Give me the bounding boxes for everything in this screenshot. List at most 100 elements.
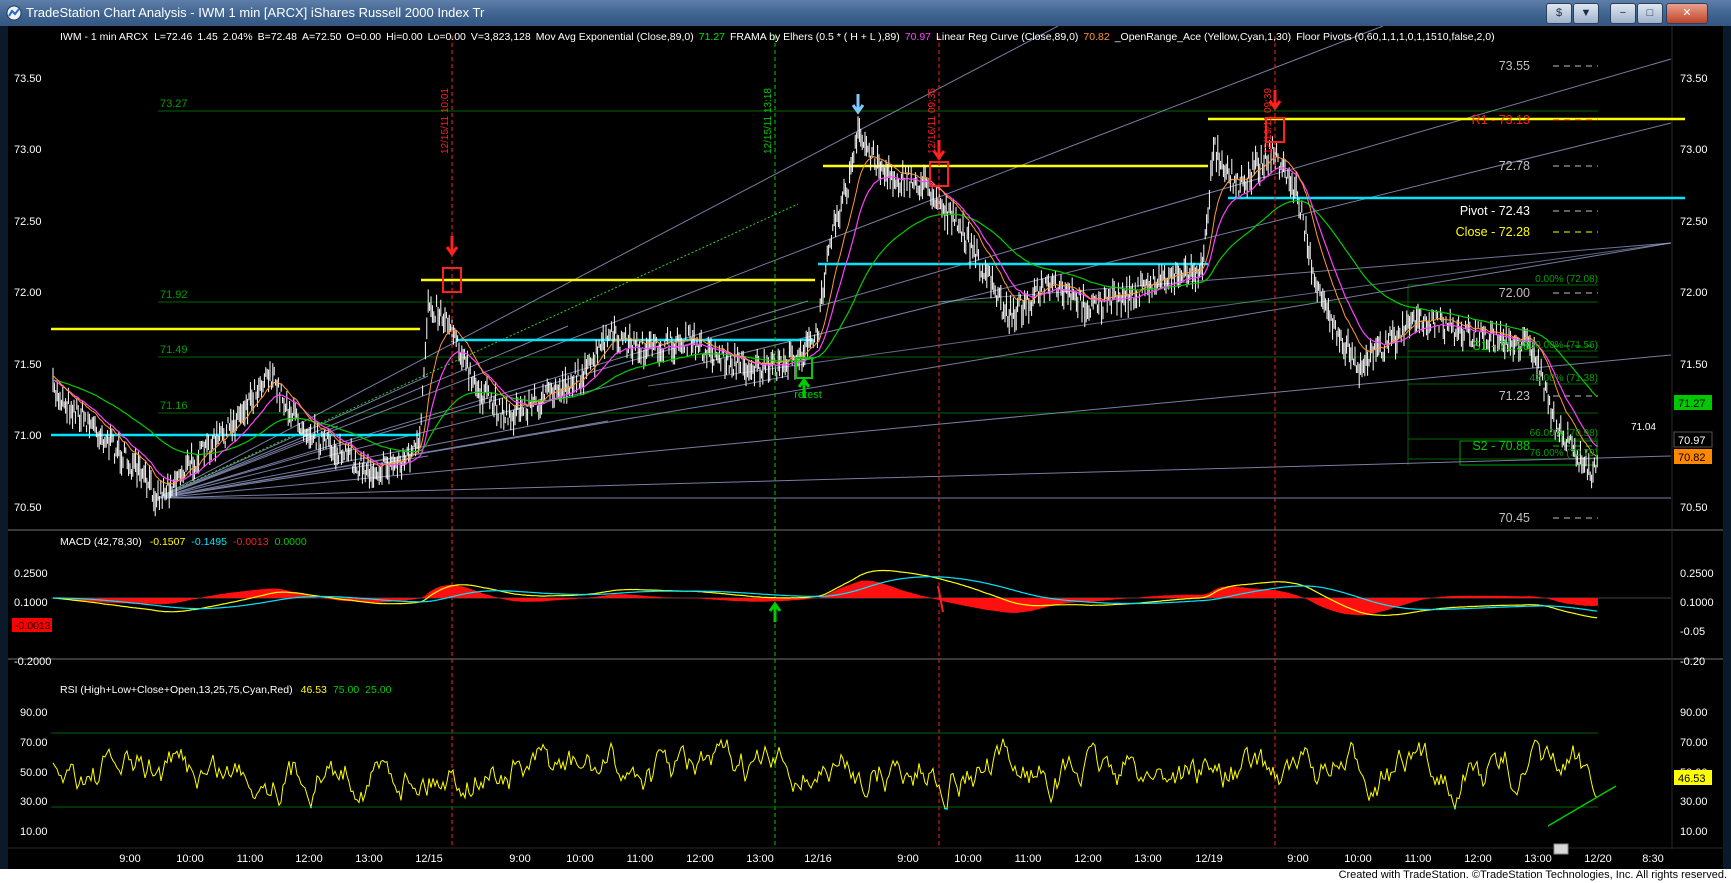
svg-text:30.00: 30.00 bbox=[1680, 796, 1708, 808]
close-button[interactable]: ✕ bbox=[1666, 3, 1708, 24]
scroll-thumb[interactable] bbox=[1553, 843, 1569, 855]
svg-text:72.50: 72.50 bbox=[14, 216, 42, 228]
svg-text:10:00: 10:00 bbox=[566, 853, 594, 865]
svg-text:0.2500: 0.2500 bbox=[14, 568, 48, 580]
window-title: TradeStation Chart Analysis - IWM 1 min … bbox=[26, 5, 485, 20]
minimize-button[interactable]: − bbox=[1610, 3, 1636, 24]
svg-text:71.92: 71.92 bbox=[160, 289, 188, 301]
svg-text:73.50: 73.50 bbox=[1680, 73, 1708, 85]
svg-text:0.1000: 0.1000 bbox=[14, 597, 48, 609]
svg-text:66.00% (70.98): 66.00% (70.98) bbox=[1530, 428, 1598, 439]
svg-text:12:00: 12:00 bbox=[1074, 853, 1102, 865]
svg-text:9:00: 9:00 bbox=[1287, 853, 1308, 865]
svg-text:71.00: 71.00 bbox=[14, 430, 42, 442]
svg-text:90.00: 90.00 bbox=[1680, 707, 1708, 719]
small-price-label: 71.04 bbox=[1631, 422, 1656, 433]
svg-text:9:00: 9:00 bbox=[119, 853, 140, 865]
svg-text:10.00: 10.00 bbox=[1680, 826, 1708, 838]
copyright-text: Created with TradeStation. ©TradeStation… bbox=[1338, 869, 1727, 881]
svg-text:12:00: 12:00 bbox=[1464, 853, 1492, 865]
svg-text:9:00: 9:00 bbox=[897, 853, 918, 865]
svg-text:13:00: 13:00 bbox=[1134, 853, 1162, 865]
svg-text:12/15: 12/15 bbox=[415, 853, 443, 865]
svg-text:13:00: 13:00 bbox=[746, 853, 774, 865]
svg-text:73.27: 73.27 bbox=[160, 98, 188, 110]
close-icon: ✕ bbox=[1682, 7, 1692, 19]
vline-label: 12/15/11 10:01 bbox=[440, 88, 451, 154]
svg-text:73.00: 73.00 bbox=[14, 144, 42, 156]
svg-text:12/20: 12/20 bbox=[1584, 853, 1612, 865]
svg-text:70.00: 70.00 bbox=[1680, 737, 1708, 749]
svg-text:13:00: 13:00 bbox=[355, 853, 383, 865]
svg-text:72.00: 72.00 bbox=[1499, 286, 1530, 300]
retest-label: retest bbox=[794, 389, 822, 401]
svg-text:70.82: 70.82 bbox=[1678, 452, 1706, 464]
svg-text:30.00: 30.00 bbox=[20, 796, 48, 808]
svg-text:12:00: 12:00 bbox=[686, 853, 714, 865]
vline-label: 12/19/11 09:39 bbox=[1263, 88, 1274, 154]
svg-text:50.00: 50.00 bbox=[20, 767, 48, 779]
svg-text:-0.20: -0.20 bbox=[1680, 656, 1705, 668]
svg-text:70.97: 70.97 bbox=[1678, 435, 1706, 447]
svg-text:Close - 72.28: Close - 72.28 bbox=[1456, 225, 1530, 239]
svg-text:S2 - 70.88: S2 - 70.88 bbox=[1472, 439, 1530, 453]
svg-text:70.50: 70.50 bbox=[1680, 502, 1708, 514]
chart-window: TradeStation Chart Analysis - IWM 1 min … bbox=[0, 0, 1731, 883]
svg-text:8:30: 8:30 bbox=[1642, 853, 1663, 865]
restore-dollar-button[interactable]: $ bbox=[1546, 3, 1572, 24]
svg-text:-0.05: -0.05 bbox=[1680, 626, 1705, 638]
maximize-button[interactable]: □ bbox=[1637, 3, 1663, 24]
svg-text:13:00: 13:00 bbox=[1524, 853, 1552, 865]
svg-text:10.00: 10.00 bbox=[20, 826, 48, 838]
svg-text:S1 - 71.58: S1 - 71.58 bbox=[1472, 339, 1530, 353]
rsi-oversold-point bbox=[946, 807, 948, 810]
dropdown-button[interactable]: ▼ bbox=[1573, 3, 1599, 24]
rsi-oversold-point bbox=[1454, 807, 1456, 810]
svg-text:10:00: 10:00 bbox=[954, 853, 982, 865]
svg-text:10:00: 10:00 bbox=[1344, 853, 1372, 865]
svg-text:R1 - 73.13: R1 - 73.13 bbox=[1472, 113, 1530, 127]
svg-text:0.2500: 0.2500 bbox=[1680, 568, 1714, 580]
svg-text:71.16: 71.16 bbox=[160, 400, 188, 412]
svg-text:9:00: 9:00 bbox=[509, 853, 530, 865]
rsi-last-box-label: 46.53 bbox=[1678, 773, 1706, 785]
svg-text:72.00: 72.00 bbox=[1680, 287, 1708, 299]
svg-text:71.23: 71.23 bbox=[1499, 389, 1530, 403]
tradestation-logo-icon bbox=[6, 5, 22, 21]
status-bar: Created with TradeStation. ©TradeStation… bbox=[0, 869, 1731, 883]
chart-canvas[interactable]: 12/15/11 10:01 12/15/11 13:18 12/16/11 0… bbox=[8, 26, 1723, 869]
svg-text:12/19: 12/19 bbox=[1195, 853, 1223, 865]
svg-text:0.00% (72.08): 0.00% (72.08) bbox=[1535, 274, 1598, 285]
price-indicator-legend: IWM - 1 min ARCX L=72.46 1.45 2.04% B=72.48 A… bbox=[60, 31, 1495, 43]
svg-text:71.27: 71.27 bbox=[1678, 398, 1706, 410]
vline-label: 12/16/11 09:35 bbox=[927, 88, 938, 154]
svg-text:73.50: 73.50 bbox=[14, 73, 42, 85]
chart-area[interactable]: 12/15/11 10:01 12/15/11 13:18 12/16/11 0… bbox=[8, 26, 1723, 869]
title-bar[interactable]: TradeStation Chart Analysis - IWM 1 min … bbox=[0, 0, 1731, 26]
minimize-icon: − bbox=[1619, 7, 1627, 19]
svg-text:Pivot - 72.43: Pivot - 72.43 bbox=[1460, 204, 1530, 218]
svg-text:71.50: 71.50 bbox=[14, 359, 42, 371]
svg-text:72.50: 72.50 bbox=[1680, 216, 1708, 228]
svg-text:-0.2000: -0.2000 bbox=[14, 656, 51, 668]
svg-text:72.00: 72.00 bbox=[14, 287, 42, 299]
svg-text:70.45: 70.45 bbox=[1499, 511, 1530, 525]
vline-label: 12/15/11 13:18 bbox=[763, 88, 774, 154]
macd-value-box-label: -0.0013 bbox=[15, 620, 51, 632]
rsi-oversold-point bbox=[310, 806, 312, 809]
svg-text:11:00: 11:00 bbox=[1015, 853, 1042, 865]
svg-text:0.1000: 0.1000 bbox=[1680, 597, 1714, 609]
svg-text:73.55: 73.55 bbox=[1499, 59, 1530, 73]
svg-text:90.00: 90.00 bbox=[20, 707, 48, 719]
rsi-oversold-point bbox=[944, 807, 946, 810]
svg-text:11:00: 11:00 bbox=[627, 853, 654, 865]
svg-text:11:00: 11:00 bbox=[1405, 853, 1432, 865]
svg-text:12/16: 12/16 bbox=[804, 853, 832, 865]
svg-text:71.50: 71.50 bbox=[1680, 359, 1708, 371]
svg-text:70.00: 70.00 bbox=[20, 737, 48, 749]
svg-text:11:00: 11:00 bbox=[237, 853, 264, 865]
maximize-icon: □ bbox=[1646, 7, 1654, 19]
svg-text:70.50: 70.50 bbox=[14, 502, 42, 514]
svg-text:76.00% (70.79): 76.00% (70.79) bbox=[1530, 448, 1598, 459]
svg-text:42.00% (71.38): 42.00% (71.38) bbox=[1530, 373, 1598, 384]
